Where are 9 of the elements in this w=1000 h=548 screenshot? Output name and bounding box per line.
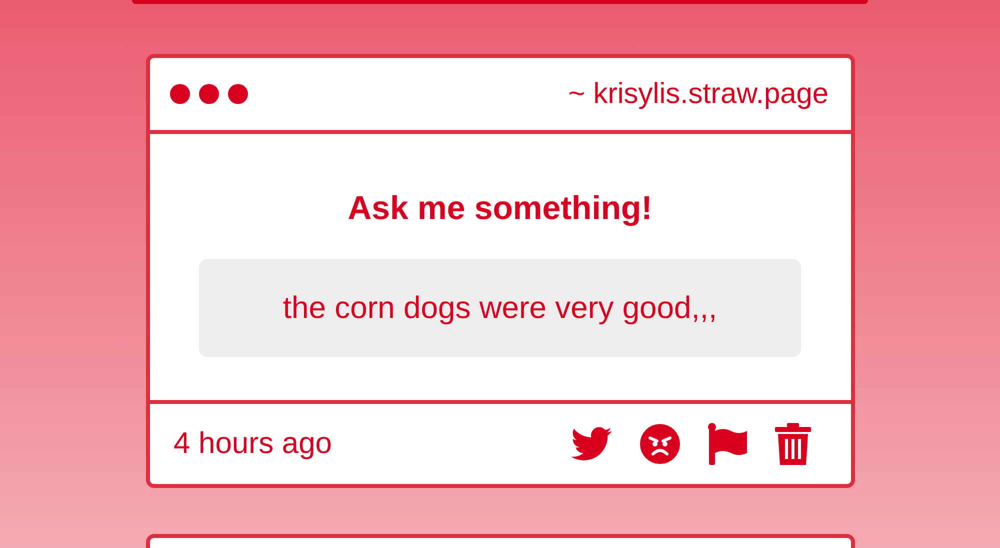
trash-icon[interactable]	[774, 423, 810, 465]
flag-icon[interactable]	[706, 423, 748, 465]
angry-face-icon[interactable]	[638, 423, 680, 465]
question-text: the corn dogs were very good,,,	[199, 259, 801, 357]
site-address: ~ krisylis.straw.page	[568, 78, 828, 110]
window-dots-icon	[170, 83, 250, 105]
card-heading: Ask me something!	[348, 189, 652, 227]
bird-icon[interactable]	[570, 427, 612, 461]
timestamp: 4 hours ago	[174, 427, 332, 461]
